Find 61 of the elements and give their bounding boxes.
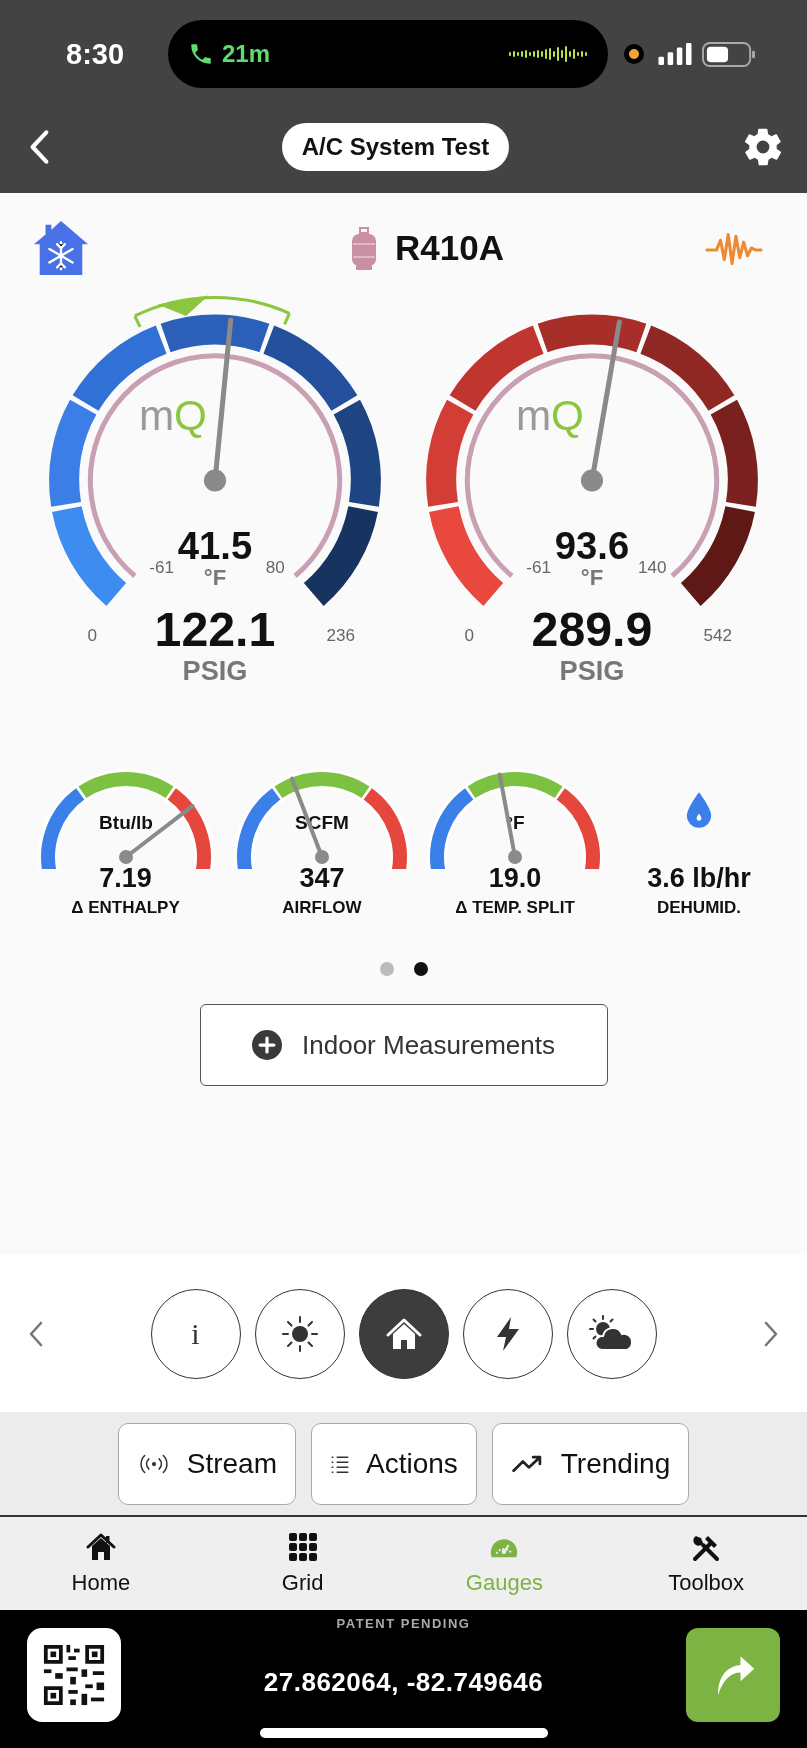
patent-notice: PATENT PENDING: [336, 1616, 471, 1631]
refrigerant-tank-icon: [351, 226, 377, 270]
audio-wave-icon: [508, 43, 588, 65]
sun-icon: [279, 1313, 320, 1354]
page-dot[interactable]: [413, 962, 428, 976]
temperature-unit: °F: [203, 565, 227, 591]
pressure-unit: PSIG: [182, 654, 248, 686]
temperature-reading: 93.6: [554, 523, 630, 567]
pressure-unit: PSIG: [559, 654, 625, 686]
tab[interactable]: Home: [0, 1517, 202, 1610]
temperature-unit: °F: [580, 565, 604, 591]
house-icon: [84, 1531, 117, 1562]
grid-icon: [286, 1531, 319, 1562]
pressure-max: 236: [326, 626, 355, 646]
action-button[interactable]: Actions: [310, 1422, 477, 1505]
water-drop-icon: [685, 791, 713, 829]
temperature-reading: 41.5: [177, 523, 253, 567]
previous-icon[interactable]: [28, 1319, 44, 1348]
brand-logo: mQ: [138, 392, 207, 440]
screen-title: A/C System Test: [281, 122, 510, 171]
pressure-min: 0: [87, 626, 98, 646]
page-dot[interactable]: [379, 962, 394, 976]
snowflake-house-icon[interactable]: [32, 219, 90, 277]
qr-code-icon[interactable]: [27, 1628, 121, 1722]
gps-coordinates: 27.862064, -82.749646: [263, 1667, 544, 1698]
tab[interactable]: Toolbox: [605, 1517, 807, 1610]
meter-unit: Btu/lb: [98, 812, 153, 833]
meter-label: DEHUMID.: [656, 898, 742, 918]
temperature-min: -61: [149, 558, 175, 577]
refrigerant-name: R410A: [395, 228, 504, 268]
meter-label: AIRFLOW: [282, 898, 362, 918]
meter-label: Δ ENTHALPY: [71, 898, 180, 918]
pressure-min: 0: [464, 626, 475, 646]
call-pill[interactable]: 21m: [168, 20, 608, 88]
status-time: 8:30: [66, 37, 126, 71]
pressure-reading: 289.9: [531, 602, 653, 657]
temperature-min: -61: [526, 558, 552, 577]
call-duration: 21m: [222, 40, 272, 68]
phone-icon: [188, 41, 214, 67]
add-icon: [252, 1030, 283, 1060]
meter-value: 3.6 lb/hr: [647, 863, 751, 894]
meter-value: 7.19: [99, 863, 152, 894]
indoor-measurements-button[interactable]: Indoor Measurements: [199, 1004, 608, 1086]
meter-label: Δ TEMP. SPLIT: [455, 898, 575, 918]
tab[interactable]: Grid: [201, 1517, 404, 1610]
mic-indicator-icon: [624, 44, 644, 64]
meter-value: 347: [299, 863, 345, 894]
action-button[interactable]: Trending: [491, 1422, 690, 1505]
action-button[interactable]: Stream: [117, 1422, 296, 1505]
back-icon[interactable]: [28, 127, 50, 166]
pressure-max: 542: [703, 626, 732, 646]
pressure-reading: 122.1: [154, 602, 276, 657]
next-icon[interactable]: [763, 1319, 779, 1348]
meter-unit: SCFM: [295, 812, 349, 833]
battery-icon: [702, 41, 756, 67]
mode-button[interactable]: i: [150, 1288, 241, 1379]
temperature-max: 140: [638, 558, 667, 577]
signal-icon: [658, 43, 692, 65]
meter-value: 19.0: [488, 863, 542, 894]
temperature-max: 80: [265, 558, 285, 577]
brand-logo: mQ: [515, 392, 584, 440]
